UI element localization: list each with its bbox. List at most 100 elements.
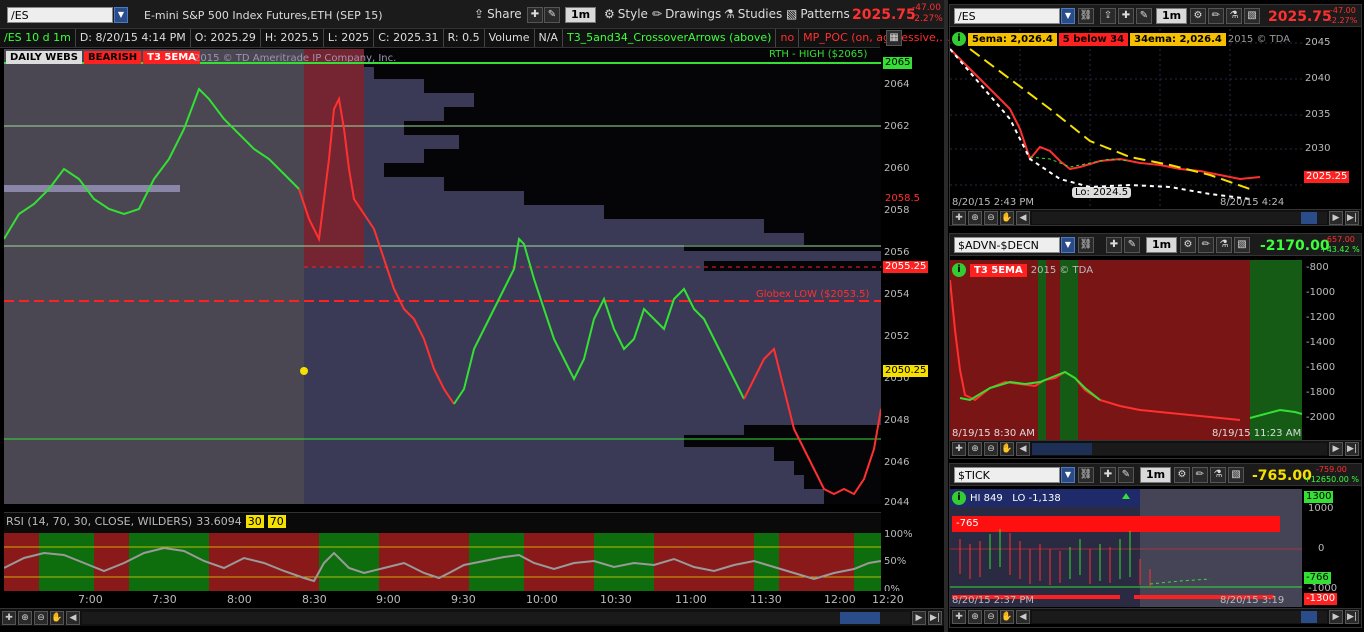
advn-scroll-end-icon[interactable]: ▶| bbox=[1345, 441, 1359, 456]
crosshair-icon[interactable]: ✚ bbox=[527, 7, 543, 23]
timeframe-button[interactable]: 1m bbox=[565, 7, 597, 23]
style-button[interactable]: ⚙ Style bbox=[600, 5, 652, 23]
es-gear-icon[interactable]: ⚙ bbox=[1190, 8, 1206, 24]
patterns-button[interactable]: ▧ Patterns bbox=[782, 5, 854, 23]
es-scroll-track[interactable] bbox=[1032, 211, 1327, 224]
es-zoom-out-icon[interactable]: ⊖ bbox=[984, 210, 998, 225]
main-scrollbar[interactable]: ✚ ⊕ ⊖ ✋ ◀ ▶ ▶| bbox=[0, 608, 944, 626]
es-scroll-end-icon[interactable]: ▶| bbox=[1345, 210, 1359, 225]
advn-axis[interactable]: -800 -1000 -1200 -1400 -1600 -1800 -2000 bbox=[1302, 260, 1361, 440]
advn-pencil-icon[interactable]: ✏ bbox=[1198, 237, 1214, 253]
tick-chart[interactable]: i HI 849 LO -1,138 -765 8/20/15 2:37 PM … bbox=[950, 489, 1302, 607]
es-symbol-input[interactable]: /ES bbox=[954, 8, 1060, 24]
advn-gear-icon[interactable]: ⚙ bbox=[1180, 237, 1196, 253]
tick-axis[interactable]: 1300 1000 0 -766 -1000 -1300 bbox=[1302, 489, 1361, 607]
panel-divider[interactable] bbox=[944, 0, 948, 632]
scroll-end-icon[interactable]: ▶| bbox=[928, 610, 942, 625]
tick-pan-hand-icon[interactable]: ✋ bbox=[1000, 609, 1014, 624]
advn-scroll-track[interactable] bbox=[1032, 442, 1327, 455]
wrench-icon[interactable]: ✎ bbox=[544, 7, 560, 23]
symbol-input[interactable]: /ES bbox=[7, 7, 113, 23]
es-link-icon[interactable]: ⛓ bbox=[1078, 8, 1094, 24]
es-wrench-icon[interactable]: ✎ bbox=[1136, 8, 1152, 24]
advn-info-icon[interactable]: i bbox=[952, 263, 966, 277]
time-axis[interactable]: 7:00 7:30 8:00 8:30 9:00 9:30 10:00 10:3… bbox=[0, 591, 944, 608]
es-timeframe-button[interactable]: 1m bbox=[1156, 8, 1188, 24]
advn-symbol-dropdown[interactable]: ▼ bbox=[1061, 237, 1075, 253]
tick-scroll-end-icon[interactable]: ▶| bbox=[1345, 609, 1359, 624]
advn-chart[interactable]: i T3 5EMA 2015 © TDA 8/19/15 8:30 AM 8/1… bbox=[950, 260, 1302, 440]
tick-scroll-left-icon[interactable]: ◀ bbox=[1016, 609, 1030, 624]
es-pencil-icon[interactable]: ✏ bbox=[1208, 8, 1224, 24]
advn-wrench-icon[interactable]: ✎ bbox=[1124, 237, 1140, 253]
advn-scroll-right-icon[interactable]: ▶ bbox=[1329, 441, 1343, 456]
rsi-header: RSI (14, 70, 30, CLOSE, WILDERS) 33.6094… bbox=[6, 515, 286, 528]
es-patterns-icon[interactable]: ▧ bbox=[1244, 8, 1260, 24]
tick-symbol-input[interactable]: $TICK bbox=[954, 467, 1060, 483]
tick-scroll-track[interactable] bbox=[1032, 610, 1327, 623]
tick-info-icon[interactable]: i bbox=[952, 491, 966, 505]
symbol-dropdown-button[interactable]: ▼ bbox=[114, 7, 128, 23]
zoom-in-icon[interactable]: ✚ bbox=[2, 610, 16, 625]
advn-patterns-icon[interactable]: ▧ bbox=[1234, 237, 1250, 253]
advn-zoom-in-icon[interactable]: ✚ bbox=[952, 441, 966, 456]
tick-zoom-in-icon[interactable]: ⊕ bbox=[968, 609, 982, 624]
tick-gear-icon[interactable]: ⚙ bbox=[1174, 467, 1190, 483]
tick-wrench-icon[interactable]: ✎ bbox=[1118, 467, 1134, 483]
es-pan-hand-icon[interactable]: ✋ bbox=[1000, 210, 1014, 225]
es-share-icon[interactable]: ⇪ bbox=[1100, 8, 1116, 24]
tick-patterns-icon[interactable]: ▧ bbox=[1228, 467, 1244, 483]
es-symbol-dropdown[interactable]: ▼ bbox=[1061, 8, 1075, 24]
zoom-out-icon[interactable]: ⊖ bbox=[34, 610, 48, 625]
es-scroll-thumb[interactable] bbox=[1301, 211, 1317, 224]
advn-crosshair-icon[interactable]: ✚ bbox=[1106, 237, 1122, 253]
es-zoom-in-icon[interactable]: ⊕ bbox=[968, 210, 982, 225]
advn-scroll-left-icon[interactable]: ◀ bbox=[1016, 441, 1030, 456]
es-scroll-right-icon[interactable]: ▶ bbox=[1329, 210, 1343, 225]
drawings-button[interactable]: ✏ Drawings bbox=[648, 5, 725, 23]
advn-pan-hand-icon[interactable]: ✋ bbox=[1000, 441, 1014, 456]
tick-link-icon[interactable]: ⛓ bbox=[1078, 467, 1094, 483]
rsi-study-label[interactable]: RSI (14, 70, 30, CLOSE, WILDERS) bbox=[6, 515, 192, 528]
advn-flask-icon[interactable]: ⚗ bbox=[1216, 237, 1232, 253]
tick-pencil-icon[interactable]: ✏ bbox=[1192, 467, 1208, 483]
tick-scroll-thumb[interactable] bbox=[1301, 610, 1317, 623]
price-chart[interactable]: DAILY WEBS BEARISH T3 5EMA 2015 © TD Ame… bbox=[4, 49, 881, 504]
studies-button[interactable]: ⚗ Studies bbox=[720, 5, 786, 23]
advn-timeframe-button[interactable]: 1m bbox=[1146, 237, 1178, 253]
advn-zoom-in-icon[interactable]: ⊕ bbox=[968, 441, 982, 456]
rsi-panel[interactable]: RSI (14, 70, 30, CLOSE, WILDERS) 33.6094… bbox=[4, 512, 881, 591]
zoom-in-icon[interactable]: ⊕ bbox=[18, 610, 32, 625]
es-axis[interactable]: 2045 2040 2035 2030 2025.25 bbox=[1302, 29, 1361, 209]
es-chart[interactable]: i 5ema: 2,026.4 5 below 34 34ema: 2,026.… bbox=[950, 29, 1302, 209]
tick-zoom-out-icon[interactable]: ⊖ bbox=[984, 609, 998, 624]
study-poc-label[interactable]: MP_POC (on, aggressive,... bbox=[799, 29, 954, 47]
tick-scroll-right-icon[interactable]: ▶ bbox=[1329, 609, 1343, 624]
advn-zoom-out-icon[interactable]: ⊖ bbox=[984, 441, 998, 456]
share-button[interactable]: ⇪ Share bbox=[470, 5, 526, 23]
es-crosshair-icon[interactable]: ✚ bbox=[1118, 8, 1134, 24]
scroll-right-icon[interactable]: ▶ bbox=[912, 610, 926, 625]
advn-symbol-input[interactable]: $ADVN-$DECN bbox=[954, 237, 1060, 253]
collapse-info-icon[interactable]: ▦ bbox=[886, 30, 902, 46]
tick-symbol-dropdown[interactable]: ▼ bbox=[1061, 467, 1075, 483]
study-crossover-label[interactable]: T3_5and34_CrossoverArrows (above) bbox=[563, 29, 777, 47]
es-scrollbar[interactable]: ✚ ⊕ ⊖ ✋ ◀ ▶ ▶| bbox=[950, 209, 1361, 225]
scroll-thumb[interactable] bbox=[840, 611, 880, 624]
advn-scrollbar[interactable]: ✚ ⊕ ⊖ ✋ ◀ ▶ ▶| bbox=[950, 440, 1361, 456]
pan-hand-icon[interactable]: ✋ bbox=[50, 610, 64, 625]
tick-timeframe-button[interactable]: 1m bbox=[1140, 467, 1172, 483]
es-info-icon[interactable]: i bbox=[952, 32, 966, 46]
tick-zoom-in-icon[interactable]: ✚ bbox=[952, 609, 966, 624]
advn-link-icon[interactable]: ⛓ bbox=[1078, 237, 1094, 253]
es-zoom-in-icon[interactable]: ✚ bbox=[952, 210, 966, 225]
es-flask-icon[interactable]: ⚗ bbox=[1226, 8, 1242, 24]
scroll-left-icon[interactable]: ◀ bbox=[66, 610, 80, 625]
advn-scroll-thumb[interactable] bbox=[1032, 442, 1092, 455]
tick-crosshair-icon[interactable]: ✚ bbox=[1100, 467, 1116, 483]
tick-flask-icon[interactable]: ⚗ bbox=[1210, 467, 1226, 483]
es-scroll-left-icon[interactable]: ◀ bbox=[1016, 210, 1030, 225]
price-axis[interactable]: 2064 2062 2060 2058 2056 2054 2052 2050 … bbox=[881, 49, 944, 508]
scroll-track[interactable] bbox=[82, 611, 910, 624]
tick-scrollbar[interactable]: ✚ ⊕ ⊖ ✋ ◀ ▶ ▶| bbox=[950, 608, 1361, 624]
